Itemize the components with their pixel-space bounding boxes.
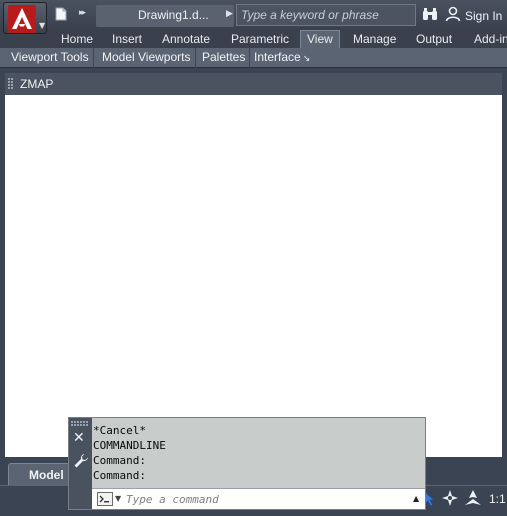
panel-palettes[interactable]: Palettes (198, 48, 251, 68)
history-line: Command: (93, 454, 146, 467)
panel-model-viewports[interactable]: Model Viewports (98, 48, 196, 68)
quick-access-more-icon[interactable]: ▸▸ (79, 8, 86, 18)
command-prompt-icon[interactable] (97, 492, 113, 506)
grip-icon[interactable] (71, 421, 90, 427)
application-menu-button[interactable]: ▼ (3, 2, 47, 34)
command-line-window: ✕ *Cancel* COMMANDLINE Command: Command:… (68, 417, 426, 510)
tab-insert[interactable]: Insert (112, 30, 142, 48)
tab-parametric[interactable]: Parametric (231, 30, 289, 48)
tab-add-ins[interactable]: Add-in (474, 30, 507, 48)
wrench-icon[interactable] (73, 453, 89, 469)
panel-interface[interactable]: Interface ↘ (250, 48, 314, 68)
tab-annotate[interactable]: Annotate (162, 30, 210, 48)
grip-icon[interactable] (8, 78, 14, 90)
command-input-row: ▼ ▲ (92, 488, 425, 509)
annotation-scale-icon[interactable] (464, 489, 482, 507)
sign-in-button[interactable]: Sign In (465, 9, 502, 23)
annotation-visibility-icon[interactable] (441, 489, 459, 507)
autocad-logo-icon (8, 5, 36, 33)
user-icon[interactable] (445, 6, 461, 25)
close-icon[interactable]: ✕ (73, 431, 85, 445)
ribbon-panel-bar: Viewport Tools Model Viewports Palettes … (0, 48, 507, 68)
drawing-canvas[interactable] (5, 95, 502, 457)
binoculars-icon[interactable] (422, 7, 438, 24)
command-history: *Cancel* COMMANDLINE Command: Command: (93, 423, 425, 487)
history-line: *Cancel* (93, 424, 146, 437)
ribbon-tab-bar: Home Insert Annotate Parametric View Man… (0, 30, 507, 48)
command-line-sidebar: ✕ (69, 418, 92, 509)
search-input[interactable] (236, 4, 416, 26)
tab-home[interactable]: Home (61, 30, 93, 48)
document-title: Drawing1.d... (138, 8, 209, 22)
history-line: Command: (93, 469, 146, 482)
panel-interface-label: Interface (254, 50, 301, 64)
command-title: ZMAP (20, 77, 54, 91)
chevron-down-icon[interactable]: ▼ (115, 494, 121, 503)
tab-output[interactable]: Output (416, 30, 452, 48)
model-tab[interactable]: Model (8, 463, 70, 485)
title-bar: ▸▸ Drawing1.d... ▶ Sign In (0, 0, 507, 30)
model-tab-label: Model (29, 468, 64, 482)
search-expand-icon[interactable]: ▶ (226, 9, 233, 19)
tab-manage[interactable]: Manage (353, 30, 396, 48)
history-line: COMMANDLINE (93, 439, 166, 452)
annotation-scale-value[interactable]: 1:1 (489, 492, 506, 506)
command-input[interactable] (126, 490, 406, 508)
panel-dialog-launcher-icon[interactable]: ↘ (303, 53, 311, 63)
command-title-bar: ZMAP (5, 73, 502, 95)
app-menu-caret-icon: ▼ (39, 21, 46, 30)
recent-commands-icon[interactable]: ▲ (413, 494, 419, 503)
panel-viewport-tools[interactable]: Viewport Tools (7, 48, 94, 68)
tab-view[interactable]: View (300, 30, 340, 48)
new-drawing-icon[interactable] (54, 7, 68, 21)
